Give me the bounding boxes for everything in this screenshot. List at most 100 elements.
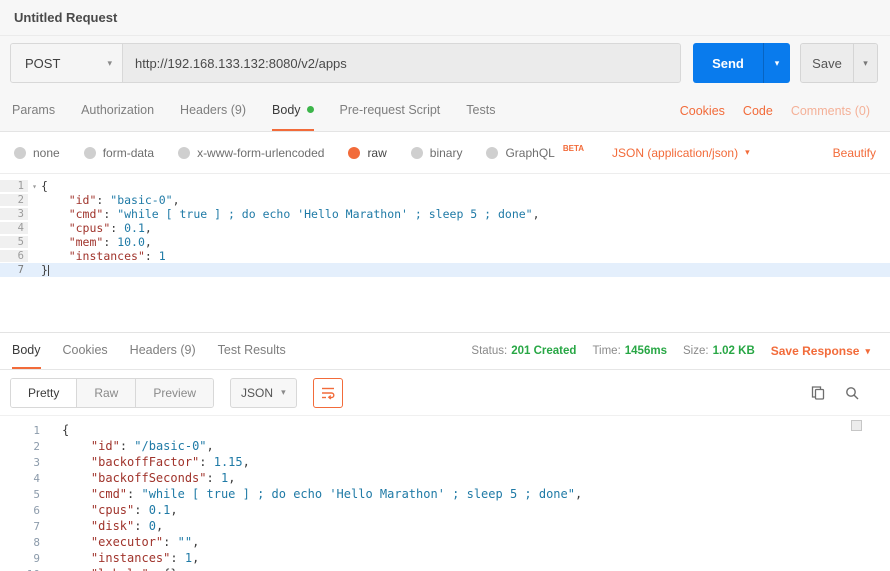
- scrollbar-thumb[interactable]: [851, 420, 862, 431]
- body-type-x-www-form-urlencoded[interactable]: x-www-form-urlencoded: [178, 146, 324, 160]
- content-type-select[interactable]: JSON (application/json) ▾: [612, 146, 750, 160]
- code-token: [41, 207, 69, 221]
- save-button[interactable]: Save: [801, 44, 853, 82]
- code-token: "while [ true ] ; do echo 'Hello Maratho…: [117, 207, 532, 221]
- body-type-graphql[interactable]: GraphQLBETA: [486, 146, 584, 160]
- code-line[interactable]: 4 "cpus": 0.1,: [0, 221, 890, 235]
- response-tab-test-results[interactable]: Test Results: [218, 333, 286, 369]
- send-button[interactable]: Send: [693, 43, 763, 83]
- method-select[interactable]: POST ▾: [11, 44, 123, 82]
- code-token: :: [103, 235, 117, 249]
- code-line[interactable]: 3 "backoffFactor": 1.15,: [0, 454, 890, 470]
- radio-dot: [84, 147, 96, 159]
- request-body-editor[interactable]: 1▾{2 "id": "basic-0",3 "cmd": "while [ t…: [0, 174, 890, 332]
- code-token: :: [134, 519, 148, 533]
- body-type-binary[interactable]: binary: [411, 146, 463, 160]
- send-options-button[interactable]: ▾: [763, 43, 790, 83]
- radio-dot: [178, 147, 190, 159]
- method-label: POST: [25, 56, 60, 71]
- tab-body[interactable]: Body: [272, 90, 314, 131]
- body-type-form-data[interactable]: form-data: [84, 146, 154, 160]
- tab-label: Tests: [466, 103, 495, 117]
- code-token: "id": [69, 193, 97, 207]
- cookies-link[interactable]: Cookies: [680, 104, 725, 118]
- code-token: "labels": [91, 567, 149, 571]
- response-meta: Status: 201 Created Time: 1456ms Size: 1…: [471, 333, 870, 369]
- code-token: [62, 567, 91, 571]
- radio-dot: [411, 147, 423, 159]
- save-options-button[interactable]: ▾: [853, 44, 877, 82]
- code-line[interactable]: 2 "id": "/basic-0",: [0, 438, 890, 454]
- code-token: "": [178, 535, 192, 549]
- code-line[interactable]: 1▾{: [0, 179, 890, 193]
- code-line[interactable]: 7}: [0, 263, 890, 277]
- code-token: [62, 487, 91, 501]
- response-view-switch: PrettyRawPreview: [10, 378, 214, 408]
- code-line[interactable]: 3 "cmd": "while [ true ] ; do echo 'Hell…: [0, 207, 890, 221]
- tab-params[interactable]: Params: [12, 90, 55, 131]
- code-line[interactable]: 5 "mem": 10.0,: [0, 235, 890, 249]
- tab-headers-9[interactable]: Headers (9): [180, 90, 246, 131]
- save-response-button[interactable]: Save Response ▾: [771, 344, 870, 358]
- tab-pre-request-script[interactable]: Pre-request Script: [340, 90, 441, 131]
- view-pretty[interactable]: Pretty: [11, 379, 76, 407]
- wrap-text-button[interactable]: [313, 378, 343, 408]
- code-token: "id": [91, 439, 120, 453]
- code-line[interactable]: 4 "backoffSeconds": 1,: [0, 470, 890, 486]
- code-token: "executor": [91, 535, 163, 549]
- tab-tests[interactable]: Tests: [466, 90, 495, 131]
- code-line[interactable]: 7 "disk": 0,: [0, 518, 890, 534]
- request-tabs: Params Authorization Headers (9) Body Pre-re…: [12, 90, 495, 131]
- radio-dot: [348, 147, 360, 159]
- code-line[interactable]: 8 "executor": "",: [0, 534, 890, 550]
- chevron-down-icon: ▾: [281, 387, 286, 398]
- url-input[interactable]: [123, 44, 680, 82]
- line-number: 3: [0, 456, 44, 469]
- view-preview[interactable]: Preview: [135, 379, 213, 407]
- response-tab-body[interactable]: Body: [12, 333, 41, 369]
- line-number: 10: [0, 568, 44, 571]
- code-token: [41, 221, 69, 235]
- code-token: "cmd": [91, 487, 127, 501]
- code-line[interactable]: 6 "instances": 1: [0, 249, 890, 263]
- format-select[interactable]: JSON ▾: [230, 378, 297, 408]
- search-icon[interactable]: [844, 385, 860, 401]
- code-token: "instances": [91, 551, 170, 565]
- fold-arrow-icon[interactable]: ▾: [28, 182, 41, 191]
- code-line[interactable]: 10 "labels": {},: [0, 566, 890, 571]
- format-label: JSON: [241, 386, 273, 400]
- body-type-options: none form-data x-www-form-urlencoded raw bin…: [14, 146, 584, 160]
- code-token: ,: [170, 503, 177, 517]
- response-time: Time: 1456ms: [592, 345, 667, 357]
- code-line[interactable]: 9 "instances": 1,: [0, 550, 890, 566]
- radio-dot: [486, 147, 498, 159]
- request-title: Untitled Request: [14, 10, 117, 25]
- code-line[interactable]: 5 "cmd": "while [ true ] ; do echo 'Hell…: [0, 486, 890, 502]
- tab-label: Pre-request Script: [340, 103, 441, 117]
- line-number: 1: [0, 424, 44, 437]
- code-token: :: [170, 551, 184, 565]
- code-token: "basic-0": [110, 193, 172, 207]
- code-token: "/basic-0": [134, 439, 206, 453]
- beautify-link[interactable]: Beautify: [833, 146, 876, 160]
- code-line[interactable]: 2 "id": "basic-0",: [0, 193, 890, 207]
- code-token: {: [41, 179, 48, 193]
- body-type-none[interactable]: none: [14, 146, 60, 160]
- copy-icon[interactable]: [810, 385, 826, 401]
- view-raw[interactable]: Raw: [76, 379, 135, 407]
- code-text: "cpus": 0.1,: [41, 221, 152, 235]
- chevron-down-icon: ▾: [745, 147, 750, 158]
- code-line[interactable]: 6 "cpus": 0.1,: [0, 502, 890, 518]
- tab-label: Body: [12, 343, 41, 357]
- code-link[interactable]: Code: [743, 104, 773, 118]
- response-tab-cookies[interactable]: Cookies: [63, 333, 108, 369]
- code-text: "cmd": "while [ true ] ; do echo 'Hello …: [62, 487, 582, 501]
- code-token: ,: [228, 471, 235, 485]
- request-tab-links: Cookies Code Comments (0): [680, 90, 870, 131]
- response-tab-headers-9[interactable]: Headers (9): [130, 333, 196, 369]
- comments-0-link[interactable]: Comments (0): [791, 104, 870, 118]
- tab-label: Headers (9): [130, 343, 196, 357]
- body-type-raw[interactable]: raw: [348, 146, 386, 160]
- tab-authorization[interactable]: Authorization: [81, 90, 154, 131]
- code-line[interactable]: 1{: [0, 422, 890, 438]
